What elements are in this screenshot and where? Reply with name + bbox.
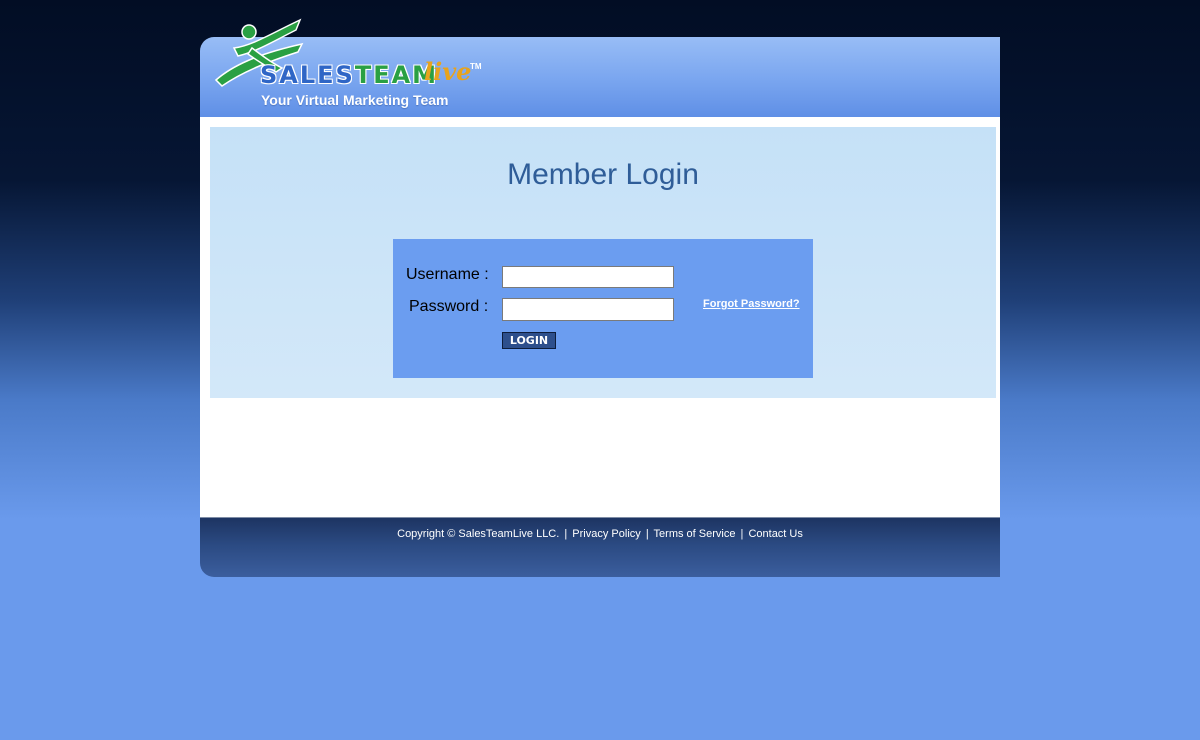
username-field[interactable] bbox=[502, 266, 674, 288]
footer-separator: | bbox=[564, 528, 568, 540]
page-title: Member Login bbox=[507, 158, 699, 191]
terms-of-service-link[interactable]: Terms of Service bbox=[654, 528, 736, 540]
logo-tagline: Your Virtual Marketing Team bbox=[261, 92, 449, 108]
privacy-policy-link[interactable]: Privacy Policy bbox=[572, 528, 640, 540]
contact-us-link[interactable]: Contact Us bbox=[748, 528, 802, 540]
logo-sales-text: SALES bbox=[260, 61, 355, 89]
footer-separator: | bbox=[740, 528, 744, 540]
forgot-password-link[interactable]: Forgot Password? bbox=[703, 298, 800, 311]
password-field[interactable] bbox=[502, 298, 674, 321]
logo-wordmark: SALESTEAM bbox=[260, 62, 438, 88]
page-container: SALESTEAM live TM Your Virtual Marketing… bbox=[200, 0, 1000, 578]
password-label: Password : bbox=[409, 298, 489, 315]
login-button[interactable]: LOGIN bbox=[502, 332, 556, 349]
username-label: Username : bbox=[406, 266, 489, 283]
logo-live-text: live bbox=[424, 57, 472, 86]
login-form: Username : Password : Forgot Password? L… bbox=[393, 239, 813, 378]
footer: Copyright © SalesTeamLive LLC. | Privacy… bbox=[200, 517, 1000, 577]
copyright-text: Copyright © SalesTeamLive LLC. bbox=[397, 528, 560, 540]
main-content: Member Login Username : Password : Forgo… bbox=[200, 117, 1000, 517]
logo-trademark: TM bbox=[470, 62, 482, 71]
footer-separator: | bbox=[645, 528, 649, 540]
footer-links: Copyright © SalesTeamLive LLC. | Privacy… bbox=[200, 527, 1000, 541]
login-panel: Member Login Username : Password : Forgo… bbox=[210, 127, 996, 398]
